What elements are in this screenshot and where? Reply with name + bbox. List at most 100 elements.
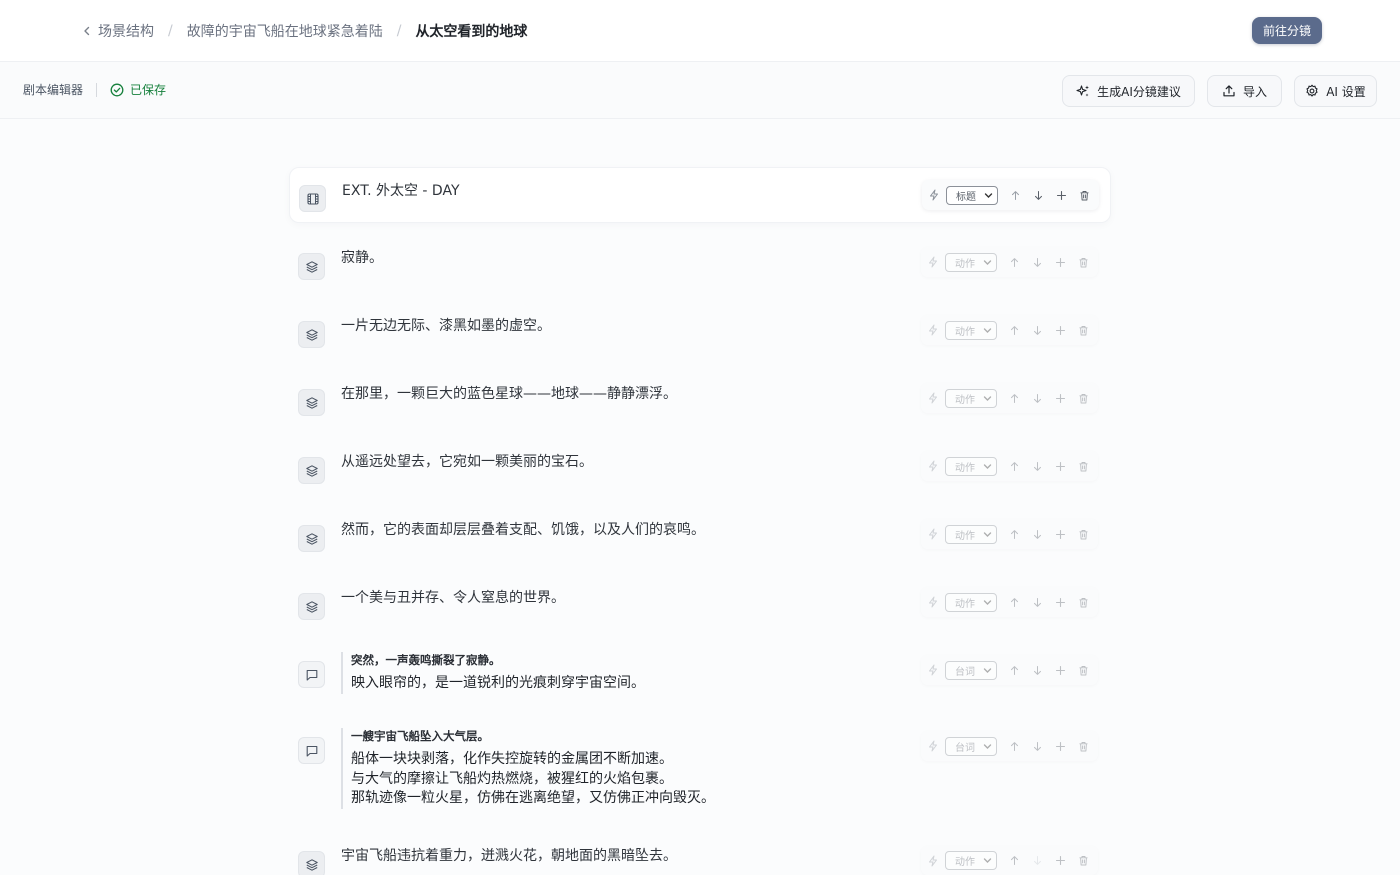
row-type-select[interactable]: 动作 xyxy=(945,524,997,544)
plus-icon[interactable] xyxy=(1049,655,1072,685)
plus-icon[interactable] xyxy=(1050,180,1073,210)
row-text[interactable]: 寂静。 xyxy=(341,247,383,267)
editor-title: 剧本编辑器 xyxy=(23,83,84,97)
chevron-down-icon xyxy=(984,192,993,198)
row-type-select[interactable]: 动作 xyxy=(945,456,997,476)
breadcrumb-item-scene-structure[interactable]: 场景结构 xyxy=(98,21,154,41)
arrow-down-icon[interactable] xyxy=(1026,247,1049,277)
row-text[interactable]: 宇宙飞船违抗着重力，迸溅火花，朝地面的黑暗坠去。 xyxy=(341,845,677,865)
row-text[interactable]: EXT. 外太空 - DAY xyxy=(342,180,460,200)
trash-icon[interactable] xyxy=(1072,587,1095,617)
script-row-action[interactable]: 寂静。 动作 xyxy=(289,236,1111,292)
script-row-action[interactable]: 然而，它的表面却层层叠着支配、饥饿，以及人们的哀鸣。 动作 xyxy=(289,508,1111,564)
plus-icon[interactable] xyxy=(1049,519,1072,549)
script-row-action[interactable]: 在那里，一颗巨大的蓝色星球——地球——静静漂浮。 动作 xyxy=(289,372,1111,428)
arrow-down-icon[interactable] xyxy=(1026,731,1049,761)
script-row-dialogue[interactable]: 一艘宇宙飞船坠入大气层。 船体一块块剥落，化作失控旋转的金属团不断加速。 与大气… xyxy=(289,720,1111,824)
arrow-down-icon[interactable] xyxy=(1026,655,1049,685)
plus-icon[interactable] xyxy=(1049,247,1072,277)
script-row-heading[interactable]: EXT. 外太空 - DAY 标题 xyxy=(289,167,1111,223)
chevron-left-icon[interactable] xyxy=(80,24,94,38)
trash-icon[interactable] xyxy=(1072,519,1095,549)
row-text[interactable]: 在那里，一颗巨大的蓝色星球——地球——静静漂浮。 xyxy=(341,383,677,403)
lightning-icon[interactable] xyxy=(921,655,944,685)
arrow-up-icon[interactable] xyxy=(1004,180,1027,210)
row-type-value: 动作 xyxy=(955,326,975,338)
plus-icon[interactable] xyxy=(1049,587,1072,617)
lightning-icon[interactable] xyxy=(921,315,944,345)
row-type-select[interactable]: 动作 xyxy=(945,592,997,612)
lightning-icon[interactable] xyxy=(922,180,945,210)
trash-icon[interactable] xyxy=(1072,383,1095,413)
trash-icon[interactable] xyxy=(1073,180,1096,210)
import-button[interactable]: 导入 xyxy=(1207,75,1282,107)
arrow-up-icon[interactable] xyxy=(1003,315,1026,345)
plus-icon[interactable] xyxy=(1049,846,1072,875)
trash-icon[interactable] xyxy=(1072,315,1095,345)
lightning-icon[interactable] xyxy=(921,846,944,875)
arrow-up-icon[interactable] xyxy=(1003,519,1026,549)
arrow-down-icon[interactable] xyxy=(1027,180,1050,210)
go-to-storyboard-button[interactable]: 前往分镜 xyxy=(1252,17,1322,44)
arrow-down-icon[interactable] xyxy=(1026,846,1049,875)
row-text[interactable]: 然而，它的表面却层层叠着支配、饥饿，以及人们的哀鸣。 xyxy=(341,519,705,539)
script-row-action[interactable]: 宇宙飞船违抗着重力，迸溅火花，朝地面的黑暗坠去。 动作 xyxy=(289,835,1111,875)
trash-icon[interactable] xyxy=(1072,451,1095,481)
lightning-icon[interactable] xyxy=(921,451,944,481)
chevron-down-icon xyxy=(983,743,992,749)
row-type-select[interactable]: 动作 xyxy=(945,851,997,870)
arrow-up-icon[interactable] xyxy=(1003,451,1026,481)
lightning-icon[interactable] xyxy=(921,731,944,761)
row-controls: 动作 xyxy=(921,519,1098,549)
script-row-action[interactable]: 从遥远处望去，它宛如一颗美丽的宝石。 动作 xyxy=(289,440,1111,496)
arrow-up-icon[interactable] xyxy=(1003,587,1026,617)
dialogue-block[interactable]: 突然，一声轰鸣撕裂了寂静。 映入眼帘的，是一道锐利的光痕刺穿宇宙空间。 xyxy=(341,652,645,694)
arrow-up-icon[interactable] xyxy=(1003,383,1026,413)
trash-icon[interactable] xyxy=(1072,247,1095,277)
row-type-select[interactable]: 标题 xyxy=(946,185,998,205)
ai-storyboard-suggest-button[interactable]: 生成AI分镜建议 xyxy=(1062,75,1195,107)
lightning-icon[interactable] xyxy=(921,587,944,617)
arrow-down-icon[interactable] xyxy=(1026,519,1049,549)
script-row-action[interactable]: 一片无边无际、漆黑如墨的虚空。 动作 xyxy=(289,304,1111,360)
dialogue-block[interactable]: 一艘宇宙飞船坠入大气层。 船体一块块剥落，化作失控旋转的金属团不断加速。 与大气… xyxy=(341,728,715,809)
breadcrumb-item-episode[interactable]: 故障的宇宙飞船在地球紧急着陆 xyxy=(187,21,383,41)
arrow-up-icon[interactable] xyxy=(1003,655,1026,685)
script-row-dialogue[interactable]: 突然，一声轰鸣撕裂了寂静。 映入眼帘的，是一道锐利的光痕刺穿宇宙空间。 台词 xyxy=(289,644,1111,710)
plus-icon[interactable] xyxy=(1049,451,1072,481)
plus-icon[interactable] xyxy=(1049,315,1072,345)
row-type-select[interactable]: 动作 xyxy=(945,320,997,340)
row-controls: 动作 xyxy=(921,451,1098,481)
arrow-up-icon[interactable] xyxy=(1003,247,1026,277)
row-text[interactable]: 一片无边无际、漆黑如墨的虚空。 xyxy=(341,315,551,335)
row-type-value: 台词 xyxy=(955,666,975,678)
row-text[interactable]: 一个美与丑并存、令人窒息的世界。 xyxy=(341,587,565,607)
row-text[interactable]: 从遥远处望去，它宛如一颗美丽的宝石。 xyxy=(341,451,593,471)
trash-icon[interactable] xyxy=(1072,655,1095,685)
arrow-down-icon[interactable] xyxy=(1026,315,1049,345)
arrow-down-icon[interactable] xyxy=(1026,383,1049,413)
row-type-select[interactable]: 台词 xyxy=(945,660,997,680)
ai-settings-label: AI 设置 xyxy=(1326,84,1366,99)
breadcrumb-separator: / xyxy=(168,23,173,39)
trash-icon[interactable] xyxy=(1072,731,1095,761)
row-type-select[interactable]: 台词 xyxy=(945,736,997,756)
film-icon xyxy=(299,185,326,212)
plus-icon[interactable] xyxy=(1049,383,1072,413)
check-circle-icon xyxy=(110,83,124,96)
arrow-down-icon[interactable] xyxy=(1026,451,1049,481)
lightning-icon[interactable] xyxy=(921,519,944,549)
toolbar-divider xyxy=(96,82,98,97)
row-controls: 动作 xyxy=(921,315,1098,345)
arrow-down-icon[interactable] xyxy=(1026,587,1049,617)
plus-icon[interactable] xyxy=(1049,731,1072,761)
arrow-up-icon[interactable] xyxy=(1003,731,1026,761)
lightning-icon[interactable] xyxy=(921,247,944,277)
row-type-select[interactable]: 动作 xyxy=(945,252,997,272)
script-row-action[interactable]: 一个美与丑并存、令人窒息的世界。 动作 xyxy=(289,576,1111,632)
arrow-up-icon[interactable] xyxy=(1003,846,1026,875)
lightning-icon[interactable] xyxy=(921,383,944,413)
row-type-select[interactable]: 动作 xyxy=(945,388,997,408)
trash-icon[interactable] xyxy=(1072,846,1095,875)
ai-settings-button[interactable]: AI 设置 xyxy=(1294,75,1377,107)
